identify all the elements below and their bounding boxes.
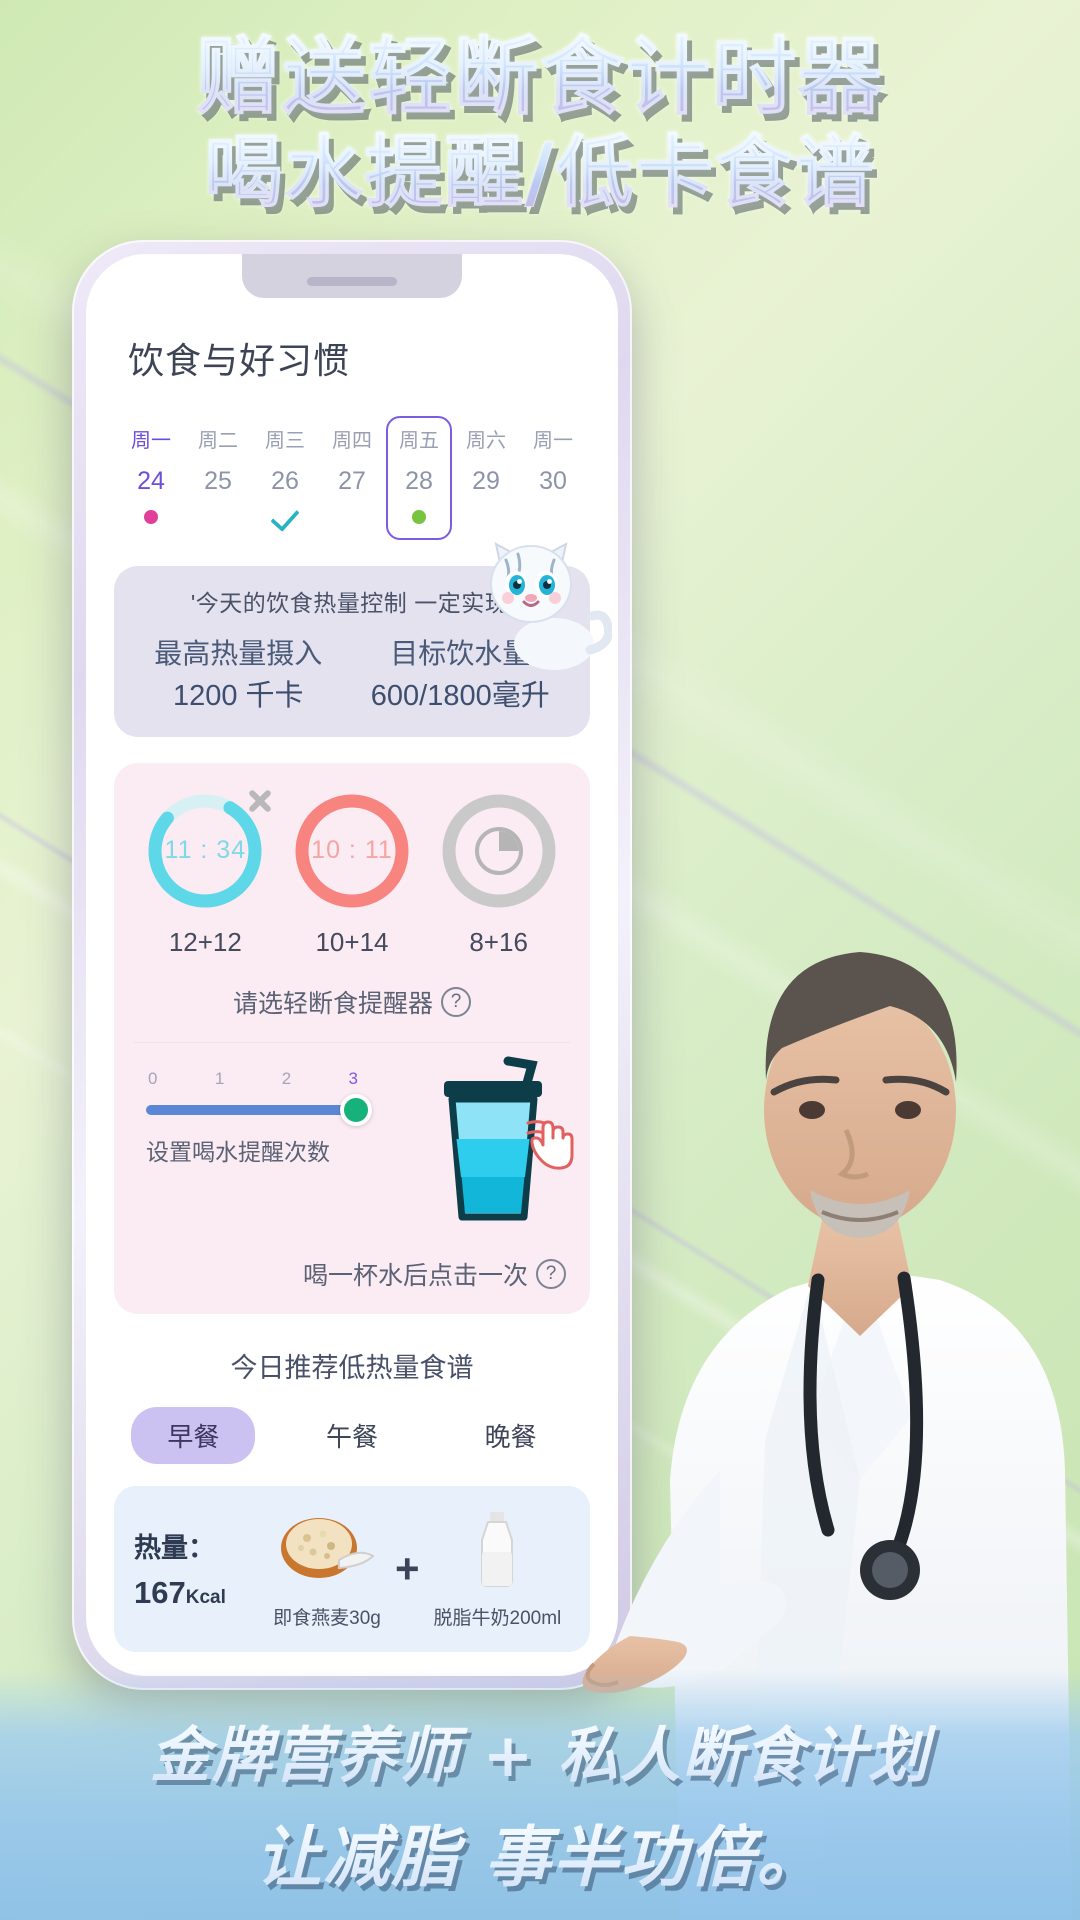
meal-tabs[interactable]: 早餐 午餐 晚餐: [114, 1406, 590, 1464]
recipe-calories: 热量： 167Kcal: [134, 1526, 259, 1611]
plus-sign: +: [395, 1544, 420, 1592]
daily-goal-card: '今天的饮食热量控制 一定实现' 最高热量摄入 1200 千卡 目标饮水量 60…: [114, 542, 612, 737]
week-selector[interactable]: 周一 24 周二 25 周三 26 周四 27 周五 28 周六 29 周一 3…: [114, 416, 590, 540]
week-day-sat29[interactable]: 周六 29: [453, 416, 519, 540]
recipe-item-oats: 即食燕麦30g: [273, 1508, 381, 1630]
headline-line-1: 赠送轻断食计时器: [0, 27, 1080, 127]
recipe-section-title: 今日推荐低热量食谱: [230, 1352, 474, 1383]
calorie-number: 167: [134, 1575, 186, 1611]
drink-tap-note: 喝一杯水后点击一次: [302, 1261, 528, 1290]
timer-plan-label: 12+12: [168, 926, 242, 957]
fasting-timer-10-14[interactable]: 10 : 11 10+14: [282, 789, 422, 958]
water-slider-block: 0 1 2 3 设置喝水提醒次数: [132, 1069, 402, 1167]
app-content: 饮食与好习惯 周一 24 周二 25 周三 26 周四 27 周五 28 周六 …: [86, 254, 618, 1676]
phone-notch: [242, 254, 462, 298]
day-marker: [455, 504, 517, 530]
phone-screen: 饮食与好习惯 周一 24 周二 25 周三 26 周四 27 周五 28 周六 …: [86, 254, 618, 1676]
promo-headline: 赠送轻断食计时器 喝水提醒/低卡食谱: [0, 27, 1080, 219]
divider: [134, 1041, 570, 1043]
calorie-goal: 最高热量摄入 1200 千卡: [154, 634, 322, 717]
water-reminder-slider[interactable]: [146, 1093, 372, 1126]
tab-dinner[interactable]: 晚餐: [449, 1407, 573, 1464]
date-label: 26: [271, 467, 299, 495]
day-marker: [120, 504, 182, 530]
fasting-timer-8-16[interactable]: 8+16: [429, 789, 569, 958]
slider-tick-2: 2: [281, 1068, 292, 1088]
timer-ring-gray[interactable]: [437, 789, 561, 913]
water-reminder-row: 0 1 2 3 设置喝水提醒次数: [132, 1056, 574, 1244]
recipe-card[interactable]: 热量： 167Kcal 即食燕麦30g + 脱脂牛奶200ml: [114, 1485, 590, 1652]
timer-plan-label: 8+16: [469, 926, 528, 957]
timer-plan-label: 10+14: [315, 926, 389, 957]
timer-ring-red[interactable]: 10 : 11: [290, 789, 414, 913]
weekday-label: 周一: [131, 430, 171, 452]
calorie-unit: Kcal: [185, 1587, 226, 1609]
recipe-item-1-label: 即食燕麦30g: [273, 1607, 381, 1629]
weekday-label: 周二: [198, 430, 238, 452]
recipe-item-milk: 脱脂牛奶200ml: [433, 1508, 562, 1630]
tab-lunch[interactable]: 午餐: [290, 1407, 414, 1464]
weekday-label: 周五: [399, 430, 439, 452]
day-marker: [254, 501, 316, 533]
weekday-label: 周六: [466, 430, 506, 452]
tab-breakfast[interactable]: 早餐: [131, 1406, 256, 1464]
weekday-label: 周三: [265, 430, 305, 452]
slider-thumb[interactable]: [340, 1093, 372, 1126]
calorie-label: 热量：: [134, 1533, 215, 1564]
week-day-fri28-selected[interactable]: 周五 28: [386, 416, 452, 540]
calorie-value: 167Kcal: [134, 1575, 259, 1611]
water-goal-value: 600/1800毫升: [370, 679, 550, 712]
tiger-mascot-icon: [490, 542, 612, 670]
slider-tick-0: 0: [148, 1068, 158, 1088]
slider-tick-1: 1: [214, 1068, 225, 1088]
date-label: 25: [204, 467, 232, 495]
calorie-goal-label: 最高热量摄入: [154, 638, 323, 669]
footer-line-1: 金牌营养师 + 私人断食计划: [0, 1707, 1080, 1794]
week-day-tue25[interactable]: 周二 25: [185, 416, 251, 540]
slider-tick-labels: 0 1 2 3: [146, 1069, 358, 1089]
bottom-promo-text: 金牌营养师 + 私人断食计划 让减脂 事半功倍。: [0, 1707, 1080, 1900]
fasting-timer-ring-group: 11 : 34 12+12 10 : 11 10+14 8+16: [132, 789, 572, 958]
check-icon: [270, 501, 300, 533]
week-day-wed26[interactable]: 周三 26: [252, 416, 318, 540]
day-marker: [321, 504, 383, 530]
day-marker: [187, 504, 249, 530]
week-day-mon24[interactable]: 周一 24: [118, 416, 184, 540]
day-marker: [522, 504, 584, 530]
page-title: 饮食与好习惯: [128, 340, 351, 381]
slider-tick-3: 3: [348, 1068, 358, 1088]
recipe-item-2-label: 脱脂牛奶200ml: [433, 1607, 562, 1629]
oatmeal-bowl-icon: [281, 1517, 375, 1578]
date-label: 27: [338, 467, 366, 495]
day-marker: [388, 504, 450, 530]
week-day-thu27[interactable]: 周四 27: [319, 416, 385, 540]
drink-tap-note-row[interactable]: 喝一杯水后点击一次 ?: [132, 1256, 572, 1292]
timer-value: 10 : 11: [311, 836, 393, 865]
week-day-mon30[interactable]: 周一 30: [520, 416, 586, 540]
date-label: 29: [472, 467, 500, 495]
footer-line-2: 让减脂 事半功倍。: [0, 1804, 1080, 1900]
fasting-timer-12-12[interactable]: 11 : 34 12+12: [135, 789, 275, 958]
phone-speaker: [307, 277, 397, 286]
green-dot-icon: [412, 510, 426, 524]
date-label: 28: [405, 467, 433, 495]
water-cup-area: [402, 1056, 574, 1244]
date-label: 30: [539, 467, 567, 495]
headline-line-2: 喝水提醒/低卡食谱: [0, 127, 1080, 219]
timer-value: [437, 789, 561, 913]
water-slider-label: 设置喝水提醒次数: [146, 1138, 330, 1165]
question-icon[interactable]: ?: [441, 986, 471, 1017]
choose-fasting-reminder-row[interactable]: 请选轻断食提醒器 ?: [132, 984, 572, 1020]
calorie-goal-value: 1200 千卡: [172, 679, 304, 712]
milk-bottle-icon: [481, 1511, 514, 1587]
phone-mockup: 饮食与好习惯 周一 24 周二 25 周三 26 周四 27 周五 28 周六 …: [72, 240, 632, 1690]
weekday-label: 周一: [533, 430, 573, 452]
date-label: 24: [137, 467, 165, 495]
pink-dot-icon: [144, 510, 158, 524]
choose-fasting-reminder-label: 请选轻断食提醒器: [232, 989, 433, 1018]
close-icon[interactable]: [243, 783, 277, 817]
weekday-label: 周四: [332, 430, 372, 452]
fasting-water-card: 11 : 34 12+12 10 : 11 10+14 8+16 请选轻断食提醒…: [114, 762, 590, 1314]
